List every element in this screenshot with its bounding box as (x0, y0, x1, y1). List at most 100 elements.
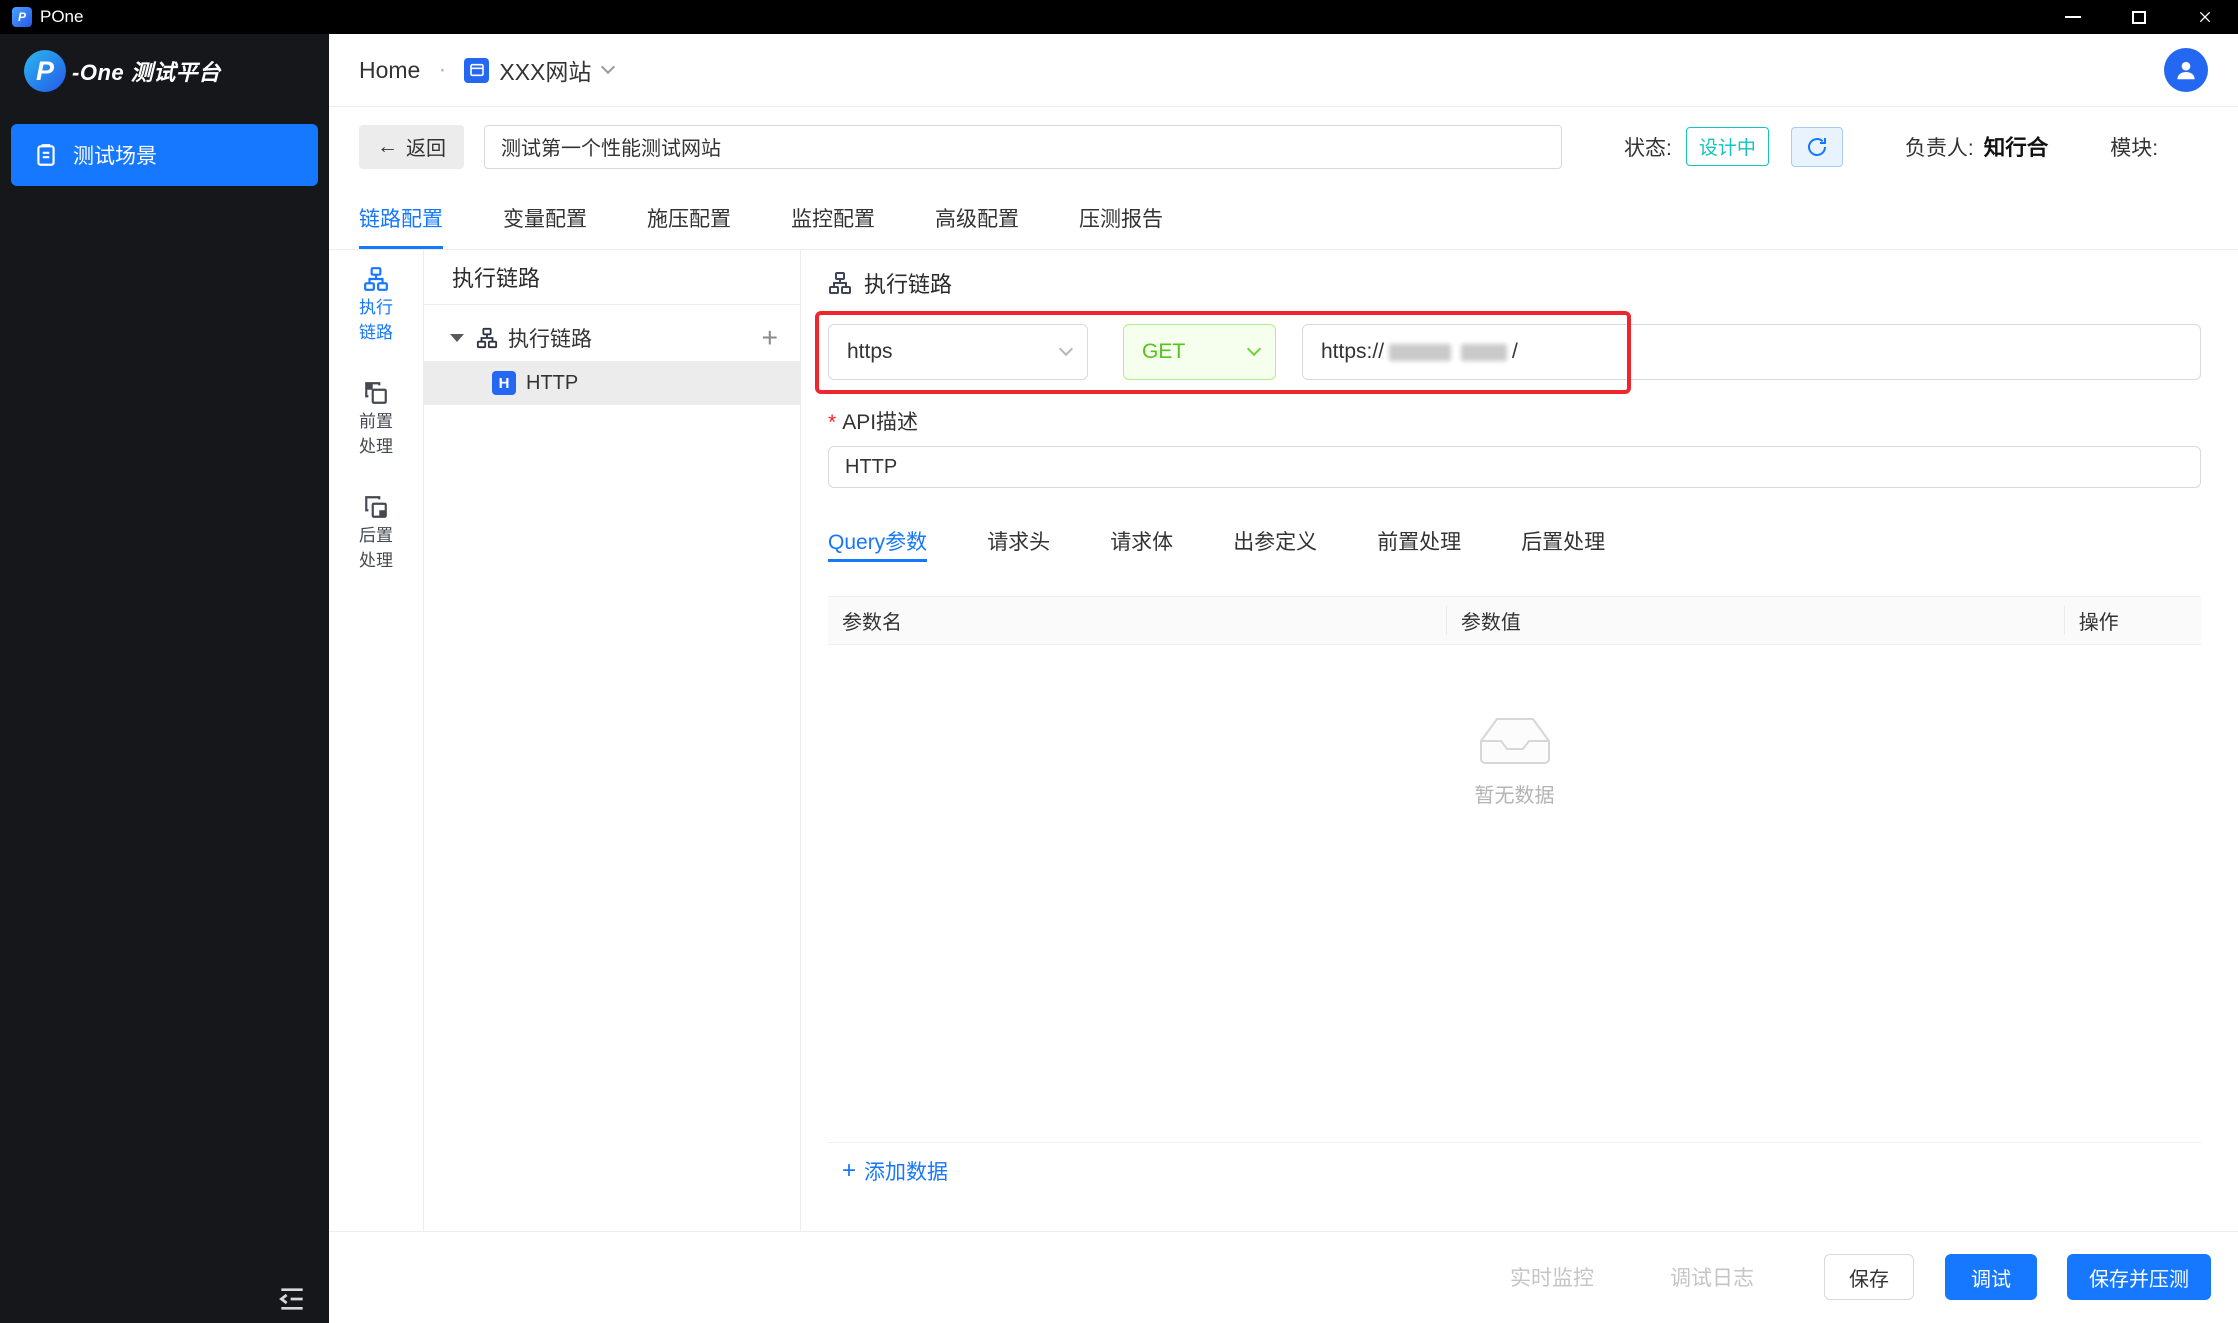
tab-pre-process[interactable]: 前置处理 (1377, 518, 1461, 564)
debug-log-link[interactable]: 调试日志 (1670, 1262, 1754, 1292)
tab-pressure-config[interactable]: 施压配置 (647, 186, 731, 249)
blocks-icon (363, 380, 389, 406)
brand-logo: P -One 测试平台 (0, 34, 329, 108)
avatar[interactable] (2164, 48, 2208, 92)
tab-post-process[interactable]: 后置处理 (1521, 518, 1605, 564)
required-mark: * (828, 411, 836, 434)
protocol-select[interactable]: https (828, 324, 1088, 380)
rail-label-line: 执行 (359, 297, 393, 319)
tree-root-label: 执行链路 (508, 323, 592, 353)
params-table-empty-body: 暂无数据 (828, 645, 2201, 1143)
column-actions: 操作 (2064, 606, 2201, 634)
tab-request-headers[interactable]: 请求头 (987, 518, 1050, 564)
topbar: Home · XXX网站 (329, 34, 2238, 107)
api-desc-input[interactable] (828, 446, 2201, 488)
tab-output-params[interactable]: 出参定义 (1233, 518, 1317, 564)
add-data-label: 添加数据 (864, 1156, 948, 1186)
status-badge: 设计中 (1686, 127, 1769, 166)
tree-node-http[interactable]: H HTTP (424, 361, 800, 405)
save-button[interactable]: 保存 (1824, 1254, 1914, 1300)
tab-monitor-config[interactable]: 监控配置 (791, 186, 875, 249)
redacted-url-segment (1461, 344, 1507, 361)
tree-node-label: HTTP (526, 372, 578, 395)
tree-panel-title: 执行链路 (424, 250, 800, 305)
breadcrumb-separator: · (438, 56, 446, 84)
window-controls (2040, 0, 2238, 34)
tab-request-body[interactable]: 请求体 (1110, 518, 1173, 564)
add-node-button[interactable]: + (762, 324, 778, 352)
blocks-icon (363, 494, 389, 520)
user-icon (2173, 57, 2199, 83)
url-input[interactable]: https:// / (1302, 324, 2201, 380)
refresh-icon (1805, 135, 1829, 159)
tab-link-config[interactable]: 链路配置 (359, 186, 443, 249)
sidebar-item-label: 测试场景 (73, 140, 157, 170)
close-button[interactable] (2172, 0, 2238, 34)
column-param-name: 参数名 (828, 606, 1446, 634)
request-line: https GET https:// / (828, 324, 2201, 380)
scene-toolbar: ← 返回 状态: 设计中 负责人: 知行合 模块: (329, 107, 2238, 186)
params-table: 参数名 参数值 操作 暂无数据 + 添加数据 (828, 596, 2201, 1198)
window-titlebar: P POne (0, 0, 2238, 34)
rail-label-line: 链路 (359, 322, 393, 344)
save-and-run-button[interactable]: 保存并压测 (2067, 1254, 2211, 1300)
request-detail-tabs: Query参数 请求头 请求体 出参定义 前置处理 后置处理 (828, 518, 2201, 564)
request-editor: 执行链路 https GET https:// / (801, 250, 2238, 1231)
tree-root-node[interactable]: 执行链路 + (424, 315, 800, 361)
rail-label-line: 前置 (359, 411, 393, 433)
sidebar-collapse-button[interactable] (276, 1283, 308, 1315)
url-prefix: https:// (1321, 340, 1384, 364)
api-desc-label: API描述 (842, 411, 918, 434)
minimize-button[interactable] (2040, 0, 2106, 34)
caret-down-icon[interactable] (450, 334, 464, 342)
method-value: GET (1142, 340, 1185, 364)
chevron-down-icon (1059, 342, 1073, 356)
scene-name-input[interactable] (484, 125, 1562, 169)
method-select[interactable]: GET (1123, 324, 1276, 380)
back-button[interactable]: ← 返回 (359, 125, 464, 169)
chevron-down-icon[interactable] (601, 60, 615, 74)
sitemap-icon (828, 271, 852, 295)
back-arrow-icon: ← (377, 135, 398, 159)
tab-variable-config[interactable]: 变量配置 (503, 186, 587, 249)
realtime-monitor-link[interactable]: 实时监控 (1510, 1262, 1594, 1292)
app-logo-icon: P (12, 7, 32, 27)
sidebar-item-test-scene[interactable]: 测试场景 (11, 124, 318, 186)
rail-label-line: 处理 (359, 436, 393, 458)
breadcrumb-home[interactable]: Home (359, 57, 420, 84)
sitemap-icon (476, 327, 498, 349)
url-suffix: / (1512, 340, 1518, 364)
sitemap-icon (363, 266, 389, 292)
maximize-button[interactable] (2106, 0, 2172, 34)
site-selector[interactable]: XXX网站 (499, 53, 591, 87)
empty-box-icon (1467, 707, 1563, 769)
rail-label-line: 处理 (359, 550, 393, 572)
close-icon (2197, 9, 2213, 25)
minimize-icon (2065, 16, 2081, 18)
back-label: 返回 (406, 132, 446, 161)
rail-item-post-process[interactable]: 后置 处理 (359, 494, 393, 572)
rail-item-pre-process[interactable]: 前置 处理 (359, 380, 393, 458)
refresh-status-button[interactable] (1791, 127, 1843, 167)
website-icon (464, 58, 489, 83)
menu-fold-icon (276, 1283, 308, 1315)
editor-panel-title: 执行链路 (864, 267, 952, 299)
main-area: Home · XXX网站 ← 返回 状态: 设计中 负责人: 知行合 模块: (329, 34, 2238, 1323)
tool-rail: 执行 链路 前置 处理 后置 处理 (329, 250, 424, 1231)
tab-advanced-config[interactable]: 高级配置 (935, 186, 1019, 249)
tab-test-report[interactable]: 压测报告 (1079, 186, 1163, 249)
api-desc-label-row: * API描述 (828, 406, 2201, 436)
add-data-button[interactable]: + 添加数据 (828, 1143, 2201, 1198)
sidebar: P -One 测试平台 测试场景 (0, 34, 329, 1323)
rail-item-exec-chain[interactable]: 执行 链路 (359, 266, 393, 344)
http-icon: H (492, 371, 516, 395)
maximize-icon (2132, 11, 2146, 24)
owner-label: 负责人: (1905, 132, 1974, 162)
column-param-value: 参数值 (1446, 606, 2064, 634)
module-label: 模块: (2110, 132, 2158, 162)
editor-panel-header: 执行链路 (828, 250, 2201, 308)
brand-logo-icon: P (24, 50, 66, 92)
debug-button[interactable]: 调试 (1945, 1254, 2037, 1300)
tab-query-params[interactable]: Query参数 (828, 518, 927, 564)
brand-logo-text: -One 测试平台 (72, 55, 221, 87)
